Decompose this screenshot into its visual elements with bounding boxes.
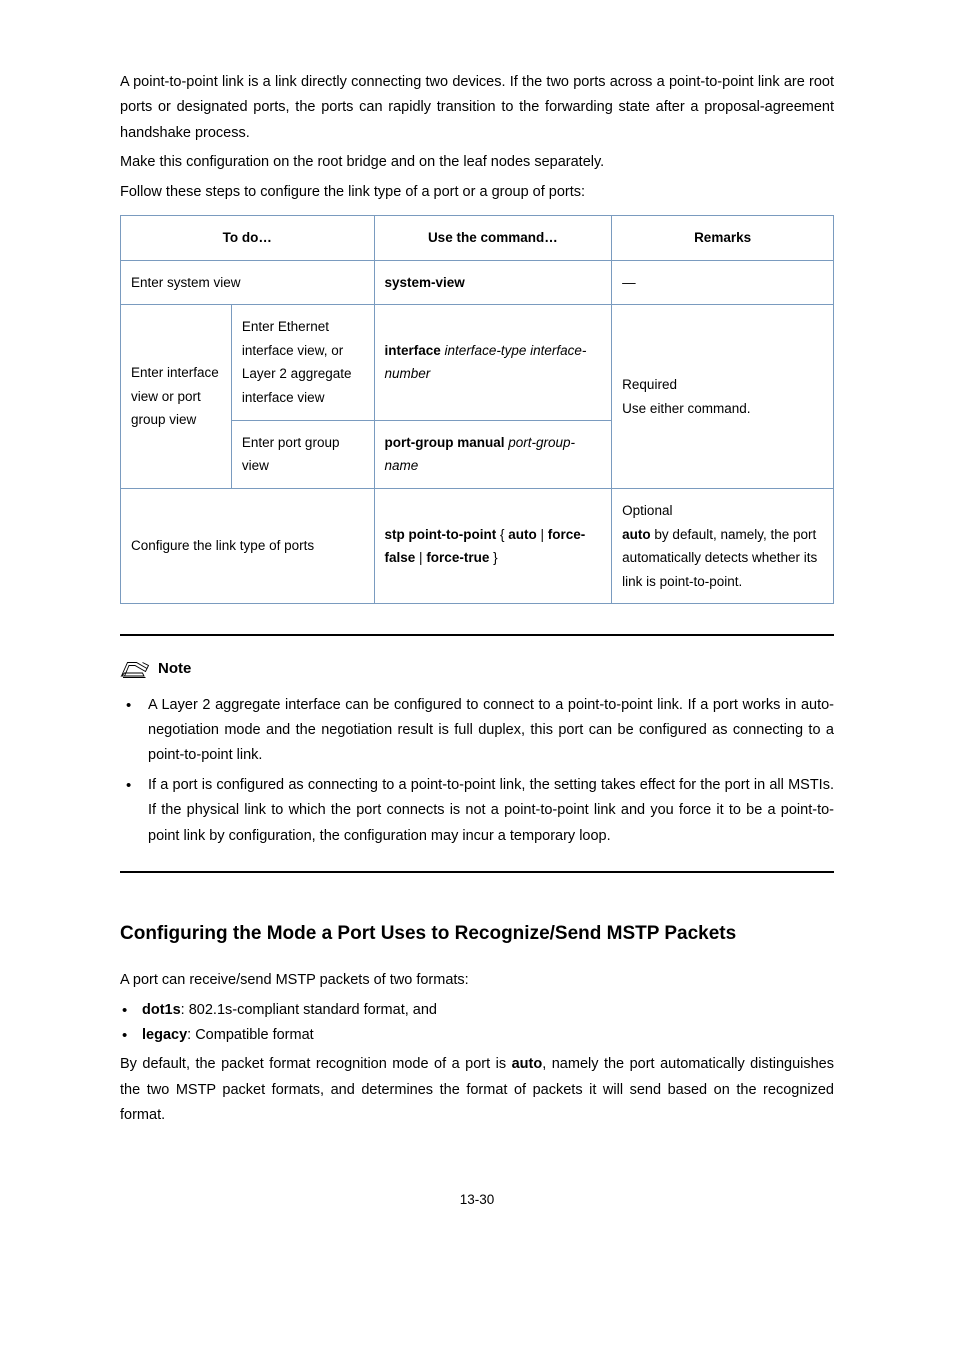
remarks-line: Use either command. [622, 397, 823, 421]
note-icon [120, 659, 150, 681]
cmd-text: system-view [385, 275, 465, 290]
remarks-key: auto [622, 527, 651, 542]
list-item: If a port is configured as connecting to… [120, 773, 834, 849]
remarks-line: Required [622, 373, 823, 397]
intro-paragraph-3: Follow these steps to configure the link… [120, 180, 834, 205]
format-key: dot1s [142, 1002, 181, 1018]
table-row: Configure the link type of ports stp poi… [121, 488, 834, 604]
intro-paragraph-2: Make this configuration on the root brid… [120, 150, 834, 175]
format-key: legacy [142, 1027, 187, 1043]
text-span: By default, the packet format recognitio… [120, 1056, 512, 1072]
cell-cmd: interface interface-type interface-numbe… [374, 305, 612, 421]
list-item: legacy: Compatible format [120, 1023, 834, 1048]
note-header: Note [120, 656, 834, 682]
section-paragraph: By default, the packet format recognitio… [120, 1052, 834, 1128]
table-row: Enter interface view or port group view … [121, 305, 834, 421]
cell-to: Enter system view [121, 260, 375, 305]
intro-paragraph-1: A point-to-point link is a link directly… [120, 70, 834, 146]
cmd-opt: force-true [426, 550, 489, 565]
cell-cmd: stp point-to-point { auto | force-false … [374, 488, 612, 604]
table-row: Enter system view system-view — [121, 260, 834, 305]
list-item: A Layer 2 aggregate interface can be con… [120, 693, 834, 769]
list-item: dot1s: 802.1s-compliant standard format,… [120, 998, 834, 1023]
cmd-opt: auto [508, 527, 537, 542]
section-heading: Configuring the Mode a Port Uses to Reco… [120, 917, 834, 950]
remarks-line: auto by default, namely, the port automa… [622, 523, 823, 594]
page-number: 13-30 [120, 1188, 834, 1212]
inline-key: auto [512, 1056, 543, 1072]
table-header-row: To do… Use the command… Remarks [121, 215, 834, 260]
config-table: To do… Use the command… Remarks Enter sy… [120, 215, 834, 605]
cell-cmd: port-group manual port-group-name [374, 420, 612, 488]
format-desc: : 802.1s-compliant standard format, and [181, 1002, 437, 1018]
cell-sub-label: Enter port group view [231, 420, 374, 488]
format-desc: : Compatible format [187, 1027, 314, 1043]
cell-remarks: Optional auto by default, namely, the po… [612, 488, 834, 604]
cmd-text: interface [385, 343, 441, 358]
cell-to: Configure the link type of ports [121, 488, 375, 604]
cell-sub-label: Enter Ethernet interface view, or Layer … [231, 305, 374, 421]
cell-cmd: system-view [374, 260, 612, 305]
divider [120, 871, 834, 873]
cell-remarks: Required Use either command. [612, 305, 834, 489]
cell-to-group: Enter interface view or port group view [121, 305, 232, 489]
cell-remarks: — [612, 260, 834, 305]
remarks-line: Optional [622, 499, 823, 523]
section-paragraph: A port can receive/send MSTP packets of … [120, 968, 834, 993]
cmd-text: port-group manual [385, 435, 505, 450]
th-to: To do… [121, 215, 375, 260]
note-label: Note [158, 656, 191, 682]
remarks-text: by default, namely, the port automatical… [622, 527, 817, 589]
format-list: dot1s: 802.1s-compliant standard format,… [120, 998, 834, 1049]
note-list: A Layer 2 aggregate interface can be con… [120, 693, 834, 849]
th-remarks: Remarks [612, 215, 834, 260]
divider [120, 634, 834, 636]
cmd-text: stp point-to-point [385, 527, 497, 542]
th-use: Use the command… [374, 215, 612, 260]
